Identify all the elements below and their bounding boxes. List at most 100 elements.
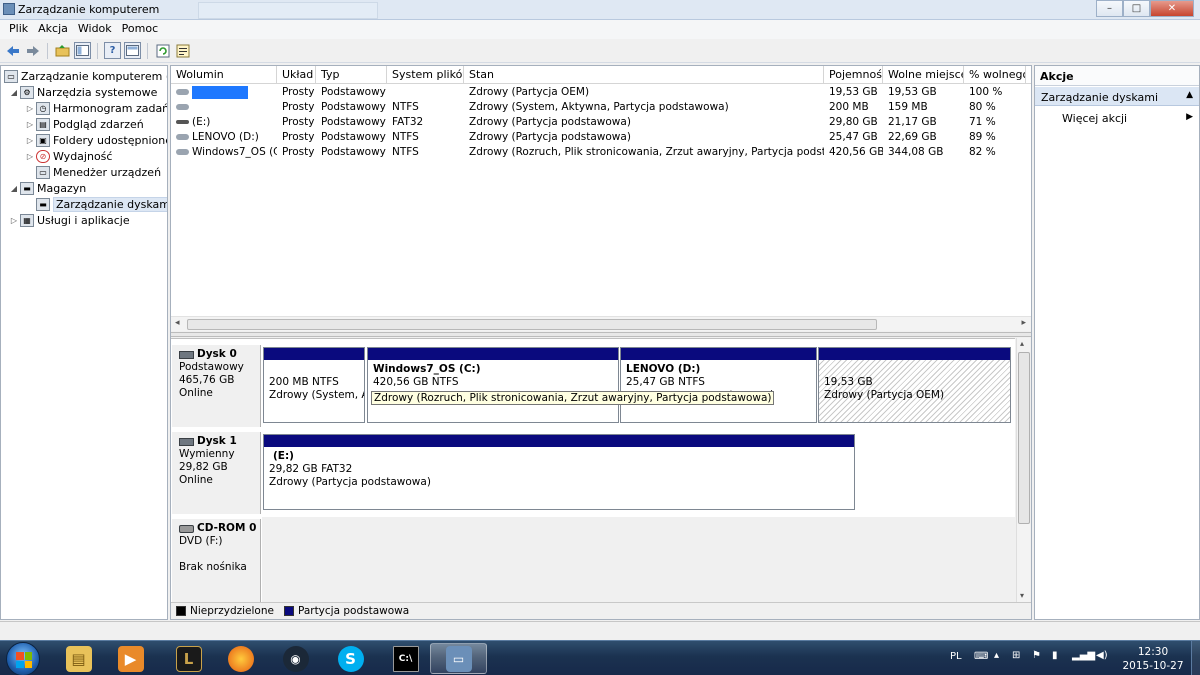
expanded-arrow-icon[interactable]: ◢ (9, 184, 19, 193)
scroll-down-arrow-icon[interactable]: ▾ (1020, 591, 1024, 600)
back-arrow-icon[interactable] (4, 42, 21, 59)
cdrom-0-label[interactable]: CD-ROM 0 DVD (F:) Brak nośnika (172, 519, 261, 603)
collapsed-arrow-icon[interactable]: ▷ (25, 104, 35, 113)
media-player-icon: ▶ (117, 645, 144, 672)
taskbar-steam[interactable]: ◉ (267, 643, 324, 674)
collapse-arrow-icon[interactable]: ▲ (1186, 90, 1193, 100)
refresh-icon[interactable] (154, 42, 171, 59)
language-indicator[interactable]: PL (950, 651, 962, 662)
taskbar-cmd[interactable]: C:\ (377, 643, 434, 674)
tree-item-task-scheduler[interactable]: ▷ ◷ Harmonogram zadań (25, 100, 167, 116)
taskbar-media-player[interactable]: ▶ (102, 643, 159, 674)
help-icon[interactable]: ? (104, 42, 121, 59)
partition-system-reserved[interactable]: 200 MB NTFS Zdrowy (System, Al (263, 347, 365, 423)
partition-name: Windows7_OS (C:) (373, 363, 481, 375)
collapsed-arrow-icon[interactable]: ▷ (25, 152, 35, 161)
table-row[interactable]: Windows7_OS (C:) Prosty Podstawowy NTFS … (171, 145, 1031, 160)
volume-list-horizontal-scrollbar[interactable]: ◂ ▸ (171, 316, 1031, 331)
disk-1-label[interactable]: Dysk 1 Wymienny 29,82 GB Online (172, 432, 261, 514)
column-header-capacity[interactable]: Pojemność (824, 66, 883, 84)
partition-oem[interactable]: 19,53 GB Zdrowy (Partycja OEM) (818, 347, 1011, 423)
show-hide-tree-icon[interactable] (74, 42, 91, 59)
column-header-free-space[interactable]: Wolne miejsce (883, 66, 964, 84)
expanded-arrow-icon[interactable]: ◢ (9, 88, 19, 97)
tree-item-performance[interactable]: ▷ ⊘ Wydajność (25, 148, 112, 164)
tree-item-event-viewer[interactable]: ▷ ▤ Podgląd zdarzeń (25, 116, 144, 132)
scrollbar-thumb[interactable] (1018, 352, 1030, 524)
scroll-up-arrow-icon[interactable]: ▴ (1020, 339, 1024, 348)
pane-splitter[interactable] (171, 332, 1031, 337)
windows-explorer-icon: ▤ (65, 645, 92, 672)
network-signal-icon[interactable]: ▂▄▆ (1072, 650, 1095, 661)
maximize-button[interactable]: □ (1123, 0, 1150, 17)
title-bar: Zarządzanie komputerem – □ ✕ (0, 0, 1200, 20)
capacity-cell: 29,80 GB (829, 116, 878, 128)
menu-widok[interactable]: Widok (73, 20, 117, 39)
console-icon[interactable] (124, 42, 141, 59)
scrollbar-thumb[interactable] (187, 319, 877, 330)
partition-bar (621, 348, 816, 360)
disk-map-vertical-scrollbar[interactable]: ▴ ▾ (1016, 338, 1030, 602)
action-more-actions[interactable]: Więcej akcji ▶ (1035, 110, 1199, 127)
battery-icon[interactable]: ▮ (1052, 650, 1058, 661)
volume-cell: (E:) (171, 115, 277, 130)
show-hidden-icons-icon[interactable]: ▴ (994, 650, 999, 661)
tree-item-system-tools[interactable]: ◢ ⚙ Narzędzia systemowe (9, 84, 157, 100)
table-row[interactable]: (E:) Prosty Podstawowy FAT32 Zdrowy (Par… (171, 115, 1031, 130)
menu-akcja[interactable]: Akcja (33, 20, 73, 39)
volume-cell (171, 85, 277, 100)
collapsed-arrow-icon[interactable]: ▷ (25, 120, 35, 129)
up-folder-icon[interactable] (54, 42, 71, 59)
show-desktop-button[interactable] (1191, 641, 1200, 675)
collapsed-arrow-icon[interactable]: ▷ (25, 136, 35, 145)
minimize-button[interactable]: – (1096, 0, 1123, 17)
disk-0-label[interactable]: Dysk 0 Podstawowy 465,76 GB Online (172, 345, 261, 427)
scroll-left-arrow-icon[interactable]: ◂ (175, 318, 180, 328)
taskbar-computer-management[interactable]: ▭ (430, 643, 487, 674)
properties-icon[interactable] (174, 42, 191, 59)
tree-item-services-apps[interactable]: ▷ ▦ Usługi i aplikacje (9, 212, 130, 228)
tree-item-disk-management[interactable]: ▬ Zarządzanie dyskami (35, 196, 167, 212)
tree-item-computer-management[interactable]: ▭ Zarządzanie komputerem (loka (3, 68, 167, 84)
action-center-icon[interactable]: ⚑ (1032, 650, 1041, 661)
column-header-layout[interactable]: Układ (277, 66, 316, 84)
table-row[interactable]: Prosty Podstawowy Zdrowy (Partycja OEM) … (171, 85, 1031, 100)
actions-section-disk-management[interactable]: Zarządzanie dyskami ▲ (1035, 87, 1199, 106)
partition-d[interactable]: LENOVO (D:) 25,47 GB NTFS stawowa) (620, 347, 817, 423)
close-button[interactable]: ✕ (1150, 0, 1194, 17)
capacity-cell: 25,47 GB (829, 131, 878, 143)
table-row[interactable]: Prosty Podstawowy NTFS Zdrowy (System, A… (171, 100, 1031, 115)
taskbar-firefox[interactable] (212, 643, 269, 674)
taskbar-league-of-legends[interactable]: L (160, 643, 217, 674)
keyboard-icon[interactable]: ⌨ (974, 651, 988, 662)
column-header-volume[interactable]: Wolumin (171, 66, 277, 84)
toolbar-separator (147, 42, 148, 59)
tree-item-storage[interactable]: ◢ ▬ Magazyn (9, 180, 86, 196)
tree-item-shared-folders[interactable]: ▷ ▣ Foldery udostępnione (25, 132, 167, 148)
tools-icon: ⚙ (20, 85, 34, 99)
clock[interactable]: 12:30 2015-10-27 (1120, 645, 1186, 673)
taskbar-explorer[interactable]: ▤ (50, 643, 107, 674)
tree-item-device-manager[interactable]: ▭ Menedżer urządzeń (35, 164, 161, 180)
menu-plik[interactable]: Plik (4, 20, 33, 39)
table-row[interactable]: LENOVO (D:) Prosty Podstawowy NTFS Zdrow… (171, 130, 1031, 145)
windows-flag-tray-icon[interactable]: ⊞ (1012, 650, 1020, 661)
collapsed-arrow-icon[interactable]: ▷ (9, 216, 19, 225)
column-header-filesystem[interactable]: System plików (387, 66, 464, 84)
scroll-right-arrow-icon[interactable]: ▸ (1021, 318, 1026, 328)
start-button[interactable] (6, 642, 40, 675)
volume-icon[interactable]: ◀) (1096, 650, 1108, 661)
clock-date: 2015-10-27 (1122, 660, 1184, 672)
type-cell: Podstawowy (321, 116, 386, 128)
column-header-status[interactable]: Stan (464, 66, 824, 84)
type-cell: Podstawowy (321, 86, 386, 98)
column-header-type[interactable]: Typ (316, 66, 387, 84)
partition-c[interactable]: Windows7_OS (C:) 420,56 GB NTFS (367, 347, 619, 423)
menu-pomoc[interactable]: Pomoc (117, 20, 163, 39)
taskbar-skype[interactable]: S (322, 643, 379, 674)
storage-icon: ▬ (20, 181, 34, 195)
partition-e[interactable]: (E:) 29,82 GB FAT32 Zdrowy (Partycja pod… (263, 434, 855, 510)
forward-arrow-icon[interactable] (24, 42, 41, 59)
column-header-percent-free[interactable]: % wolnego (964, 66, 1026, 84)
partition-size: 200 MB NTFS (269, 376, 339, 388)
